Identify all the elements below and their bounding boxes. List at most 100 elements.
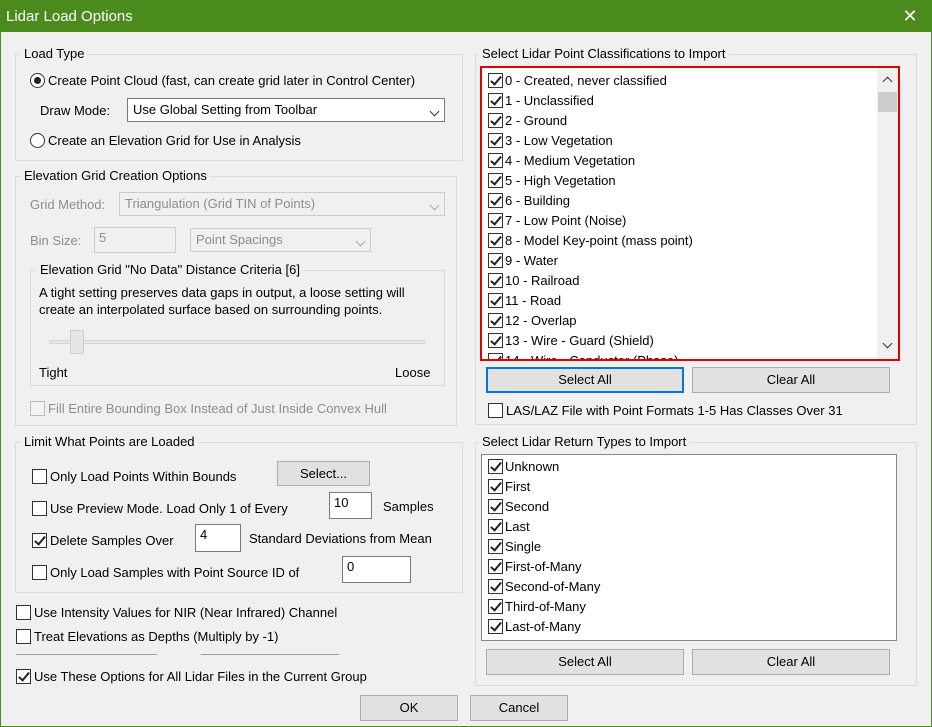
create-elevation-grid-label[interactable]: Create an Elevation Grid for Use in Anal… bbox=[48, 133, 301, 148]
select-bounds-button[interactable]: Select... bbox=[277, 461, 370, 486]
source-id-input[interactable]: 0 bbox=[342, 556, 411, 583]
item-checkbox[interactable] bbox=[488, 113, 503, 128]
classifications-list[interactable]: 0 - Created, never classified 1 - Unclass… bbox=[480, 66, 900, 361]
item-label: 13 - Wire - Guard (Shield) bbox=[505, 333, 654, 348]
item-checkbox[interactable] bbox=[488, 193, 503, 208]
chevron-up-icon[interactable] bbox=[882, 76, 893, 87]
preview-count-input[interactable]: 10 bbox=[329, 492, 372, 519]
delete-samples-checkbox[interactable] bbox=[32, 533, 47, 548]
item-label: First bbox=[505, 479, 531, 494]
source-id-checkbox[interactable] bbox=[32, 565, 47, 580]
scrollbar-thumb[interactable] bbox=[878, 92, 897, 112]
item-label: 5 - High Vegetation bbox=[505, 173, 616, 188]
preview-mode-checkbox[interactable] bbox=[32, 501, 47, 516]
draw-mode-select[interactable]: Use Global Setting from Toolbar bbox=[127, 98, 445, 122]
grid-method-select[interactable]: Triangulation (Grid TIN of Points) bbox=[119, 192, 445, 216]
use-for-all-checkbox[interactable] bbox=[16, 669, 31, 684]
item-label: 10 - Railroad bbox=[505, 273, 580, 288]
treat-depths-label[interactable]: Treat Elevations as Depths (Multiply by … bbox=[34, 629, 278, 644]
chevron-down-icon bbox=[429, 106, 440, 117]
draw-mode-value: Use Global Setting from Toolbar bbox=[133, 102, 318, 117]
chevron-down-icon[interactable] bbox=[882, 338, 893, 349]
item-label: 12 - Overlap bbox=[505, 313, 577, 328]
item-label: 0 - Created, never classified bbox=[505, 73, 667, 88]
within-bounds-label[interactable]: Only Load Points Within Bounds bbox=[50, 469, 236, 484]
item-checkbox[interactable] bbox=[488, 519, 503, 534]
item-label: 1 - Unclassified bbox=[505, 93, 594, 108]
return-types-label: Select Lidar Return Types to Import bbox=[479, 434, 690, 449]
grid-method-value: Triangulation (Grid TIN of Points) bbox=[125, 196, 316, 211]
item-checkbox[interactable] bbox=[488, 213, 503, 228]
item-checkbox[interactable] bbox=[488, 333, 503, 348]
preview-mode-label[interactable]: Use Preview Mode. Load Only 1 of Every bbox=[50, 501, 288, 516]
fill-bbox-label[interactable]: Fill Entire Bounding Box Instead of Just… bbox=[48, 401, 387, 416]
bin-size-input[interactable]: 5 bbox=[94, 227, 176, 253]
item-checkbox[interactable] bbox=[488, 73, 503, 88]
return-clear-all-button[interactable]: Clear All bbox=[692, 649, 890, 675]
treat-depths-checkbox[interactable] bbox=[16, 629, 31, 644]
delete-samples-label[interactable]: Delete Samples Over bbox=[50, 533, 174, 548]
create-elevation-grid-radio[interactable] bbox=[30, 133, 45, 148]
std-dev-label: Standard Deviations from Mean bbox=[249, 531, 432, 546]
item-checkbox[interactable] bbox=[488, 539, 503, 554]
item-checkbox[interactable] bbox=[488, 313, 503, 328]
limits-label: Limit What Points are Loaded bbox=[21, 434, 198, 449]
item-checkbox[interactable] bbox=[488, 293, 503, 308]
las-over-31-label[interactable]: LAS/LAZ File with Point Formats 1-5 Has … bbox=[506, 403, 843, 418]
item-checkbox[interactable] bbox=[488, 153, 503, 168]
nodata-label: Elevation Grid "No Data" Distance Criter… bbox=[37, 262, 303, 277]
item-label: 7 - Low Point (Noise) bbox=[505, 213, 627, 228]
grid-options-label: Elevation Grid Creation Options bbox=[21, 168, 210, 183]
create-point-cloud-radio[interactable] bbox=[30, 73, 45, 88]
nodata-description-1: A tight setting preserves data gaps in o… bbox=[39, 285, 405, 300]
fill-bbox-checkbox[interactable] bbox=[30, 401, 45, 416]
item-checkbox[interactable] bbox=[488, 559, 503, 574]
classifications-scrollbar[interactable] bbox=[877, 68, 898, 359]
item-checkbox[interactable] bbox=[488, 133, 503, 148]
nodata-slider-track[interactable] bbox=[49, 340, 425, 344]
item-label: Last-of-Many bbox=[505, 619, 581, 634]
bin-units-select[interactable]: Point Spacings bbox=[190, 228, 371, 252]
item-checkbox[interactable] bbox=[488, 619, 503, 634]
item-label: First-of-Many bbox=[505, 559, 582, 574]
draw-mode-label: Draw Mode: bbox=[40, 103, 111, 118]
std-dev-input[interactable]: 4 bbox=[195, 524, 241, 552]
las-over-31-checkbox[interactable] bbox=[488, 403, 503, 418]
item-checkbox[interactable] bbox=[488, 273, 503, 288]
item-label: 9 - Water bbox=[505, 253, 558, 268]
item-label: 11 - Road bbox=[505, 293, 562, 308]
classifications-clear-all-button[interactable]: Clear All bbox=[692, 367, 890, 393]
item-label: 14 - Wire - Conductor (Phase) bbox=[505, 353, 679, 361]
item-label: Third-of-Many bbox=[505, 599, 586, 614]
return-select-all-button[interactable]: Select All bbox=[486, 649, 684, 675]
chevron-down-icon bbox=[429, 200, 440, 211]
item-label: 6 - Building bbox=[505, 193, 571, 208]
create-point-cloud-label[interactable]: Create Point Cloud (fast, can create gri… bbox=[48, 73, 415, 88]
item-checkbox[interactable] bbox=[488, 479, 503, 494]
close-icon[interactable]: ✕ bbox=[898, 4, 922, 28]
item-checkbox[interactable] bbox=[488, 233, 503, 248]
item-checkbox[interactable] bbox=[488, 93, 503, 108]
item-checkbox[interactable] bbox=[488, 353, 503, 359]
item-checkbox[interactable] bbox=[488, 579, 503, 594]
source-id-label[interactable]: Only Load Samples with Point Source ID o… bbox=[50, 565, 299, 580]
nodata-slider-thumb[interactable] bbox=[70, 330, 84, 354]
separator-right bbox=[201, 654, 339, 655]
item-label: 8 - Model Key-point (mass point) bbox=[505, 233, 693, 248]
intensity-nir-label[interactable]: Use Intensity Values for NIR (Near Infra… bbox=[34, 605, 337, 620]
item-label: Single bbox=[505, 539, 542, 554]
classifications-select-all-button[interactable]: Select All bbox=[486, 367, 684, 393]
item-checkbox[interactable] bbox=[488, 499, 503, 514]
return-types-list[interactable]: Unknown First Second Last Single First-of-Man… bbox=[481, 454, 897, 641]
item-label: 3 - Low Vegetation bbox=[505, 133, 613, 148]
item-checkbox[interactable] bbox=[488, 173, 503, 188]
item-checkbox[interactable] bbox=[488, 459, 503, 474]
item-checkbox[interactable] bbox=[488, 599, 503, 614]
cancel-button[interactable]: Cancel bbox=[470, 695, 568, 721]
item-label: Last bbox=[505, 519, 530, 534]
item-checkbox[interactable] bbox=[488, 253, 503, 268]
ok-button[interactable]: OK bbox=[360, 695, 458, 721]
within-bounds-checkbox[interactable] bbox=[32, 469, 47, 484]
intensity-nir-checkbox[interactable] bbox=[16, 605, 31, 620]
use-for-all-label[interactable]: Use These Options for All Lidar Files in… bbox=[34, 669, 367, 684]
